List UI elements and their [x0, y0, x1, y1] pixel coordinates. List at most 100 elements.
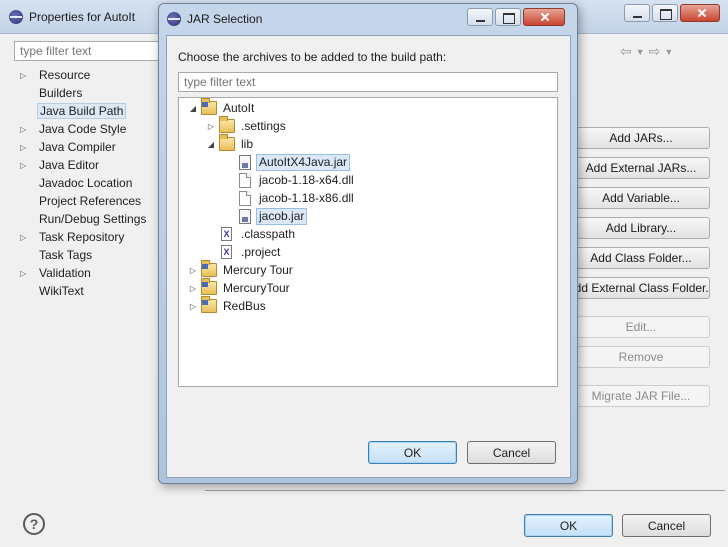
- dialog-cancel-button[interactable]: Cancel: [467, 441, 556, 464]
- jar-selection-dialog: JAR Selection Choose the archives to be …: [158, 3, 578, 484]
- xml-file-icon: X: [221, 245, 232, 259]
- help-icon[interactable]: ?: [23, 513, 45, 535]
- properties-tree-item[interactable]: ▷ Java Code Style: [20, 120, 148, 138]
- expand-arrow-icon[interactable]: ▷: [20, 161, 37, 170]
- expand-arrow-icon[interactable]: ▷: [20, 125, 37, 134]
- archive-tree-label: AutoIt: [223, 100, 255, 115]
- java-project-icon: [201, 278, 217, 295]
- migrate-jar-file-button[interactable]: Migrate JAR File...: [572, 385, 710, 407]
- expand-arrow-icon[interactable]: ▷: [20, 233, 37, 242]
- folder-icon: [219, 134, 235, 151]
- folder-icon: [219, 116, 235, 133]
- archive-tree-item[interactable]: X .classpath: [205, 225, 298, 243]
- dialog-minimize-button[interactable]: [467, 8, 493, 26]
- file-icon: [239, 172, 251, 188]
- properties-tree-item[interactable]: Builders: [20, 84, 148, 102]
- archive-tree[interactable]: ◢ AutoIt ▷ .settings ◢ lib AutoItX4Java.jar jac…: [178, 97, 558, 387]
- remove-button[interactable]: Remove: [572, 346, 710, 368]
- java-project-icon: [201, 296, 217, 313]
- forward-arrow-icon[interactable]: ⇨: [649, 43, 661, 61]
- properties-tree-label: Java Build Path: [37, 103, 127, 119]
- archive-tree-item[interactable]: ◢ AutoIt: [187, 98, 257, 117]
- collapse-arrow-icon[interactable]: ◢: [187, 104, 199, 113]
- dialog-maximize-button[interactable]: [495, 8, 521, 26]
- properties-ok-button[interactable]: OK: [524, 514, 613, 537]
- panel-divider: [205, 490, 725, 491]
- archive-tree-label: .classpath: [241, 226, 296, 241]
- properties-cancel-button[interactable]: Cancel: [622, 514, 711, 537]
- properties-tree-label: Java Editor: [39, 158, 100, 172]
- expand-arrow-icon[interactable]: ▷: [20, 71, 37, 80]
- archive-tree-item[interactable]: ▷ Mercury Tour: [187, 260, 296, 279]
- properties-tree-label: Java Compiler: [39, 140, 116, 154]
- properties-tree-item[interactable]: ▷ Java Compiler: [20, 138, 148, 156]
- properties-tree-label: Project References: [39, 194, 142, 208]
- properties-tree-item[interactable]: ▷ Java Editor: [20, 156, 148, 174]
- expand-arrow-icon[interactable]: ▷: [205, 122, 217, 131]
- properties-tree-label: Run/Debug Settings: [39, 212, 147, 226]
- archive-tree-item[interactable]: ▷ .settings: [205, 116, 289, 135]
- archive-tree-label: lib: [241, 136, 254, 151]
- back-arrow-icon[interactable]: ⇦: [620, 43, 632, 61]
- properties-tree-label: Task Tags: [39, 248, 93, 262]
- properties-tree-item[interactable]: Javadoc Location: [20, 174, 148, 192]
- add-variable-button[interactable]: Add Variable...: [572, 187, 710, 209]
- expand-arrow-icon[interactable]: ▷: [20, 143, 37, 152]
- edit-button[interactable]: Edit...: [572, 316, 710, 338]
- history-navigation: ⇦ ▼ ⇨ ▼: [620, 43, 673, 61]
- back-menu-chevron-icon[interactable]: ▼: [636, 43, 645, 61]
- java-project-icon: [201, 260, 217, 277]
- dialog-close-button[interactable]: [523, 8, 565, 26]
- add-class-folder-button[interactable]: Add Class Folder...: [572, 247, 710, 269]
- close-button[interactable]: [680, 4, 720, 22]
- properties-tree-label: Builders: [39, 86, 83, 100]
- dialog-ok-button[interactable]: OK: [368, 441, 457, 464]
- archive-tree-item[interactable]: ▷ MercuryTour: [187, 278, 293, 297]
- collapse-arrow-icon[interactable]: ◢: [205, 140, 217, 149]
- properties-tree-item[interactable]: Run/Debug Settings: [20, 210, 148, 228]
- add-library-button[interactable]: Add Library...: [572, 217, 710, 239]
- archive-tree-item[interactable]: AutoItX4Java.jar: [223, 153, 351, 171]
- archive-tree-item[interactable]: X .project: [205, 243, 283, 261]
- dialog-title: JAR Selection: [187, 12, 263, 26]
- archive-tree-label: jacob-1.18-x86.dll: [259, 190, 354, 205]
- add-external-jars-button[interactable]: Add External JARs...: [572, 157, 710, 179]
- eclipse-icon: [167, 12, 181, 26]
- properties-category-tree: ▷ Resource Builders Java Build Path ▷ Java Co…: [20, 66, 148, 300]
- forward-menu-chevron-icon[interactable]: ▼: [664, 43, 673, 61]
- archive-tree-item[interactable]: jacob.jar: [223, 207, 308, 225]
- archive-tree-item[interactable]: ◢ lib: [205, 134, 256, 153]
- dialog-content: Choose the archives to be added to the b…: [166, 35, 571, 478]
- properties-tree-item[interactable]: ▷ Validation: [20, 264, 148, 282]
- properties-filter-input[interactable]: [14, 41, 164, 61]
- archive-tree-item[interactable]: jacob-1.18-x64.dll: [223, 171, 357, 189]
- properties-tree-item[interactable]: Java Build Path: [20, 102, 148, 120]
- archive-tree-item[interactable]: ▷ RedBus: [187, 296, 269, 315]
- expand-arrow-icon[interactable]: ▷: [20, 269, 37, 278]
- expand-arrow-icon[interactable]: ▷: [187, 302, 199, 311]
- properties-tree-label: Validation: [39, 266, 91, 280]
- dialog-message: Choose the archives to be added to the b…: [178, 50, 447, 64]
- properties-tree-item[interactable]: ▷ Task Repository: [20, 228, 148, 246]
- properties-tree-item[interactable]: Task Tags: [20, 246, 148, 264]
- properties-tree-item[interactable]: ▷ Resource: [20, 66, 148, 84]
- dialog-filter-input[interactable]: [178, 72, 558, 92]
- archive-tree-label: jacob.jar: [256, 207, 308, 225]
- archive-tree-item[interactable]: jacob-1.18-x86.dll: [223, 189, 357, 207]
- minimize-button[interactable]: [624, 4, 650, 22]
- jar-file-icon: [239, 208, 251, 224]
- add-jars-button[interactable]: Add JARs...: [572, 127, 710, 149]
- xml-file-icon: X: [221, 227, 232, 241]
- java-project-icon: [201, 98, 217, 115]
- archive-tree-label: RedBus: [223, 298, 266, 313]
- maximize-button[interactable]: [652, 4, 678, 22]
- expand-arrow-icon[interactable]: ▷: [187, 284, 199, 293]
- add-external-class-folder-button[interactable]: Add External Class Folder...: [572, 277, 710, 299]
- properties-tree-label: Java Code Style: [39, 122, 127, 136]
- properties-tree-label: Task Repository: [39, 230, 125, 244]
- properties-tree-item[interactable]: Project References: [20, 192, 148, 210]
- expand-arrow-icon[interactable]: ▷: [187, 266, 199, 275]
- archive-tree-label: AutoItX4Java.jar: [256, 153, 351, 171]
- properties-tree-item[interactable]: WikiText: [20, 282, 148, 300]
- archive-tree-label: MercuryTour: [223, 280, 290, 295]
